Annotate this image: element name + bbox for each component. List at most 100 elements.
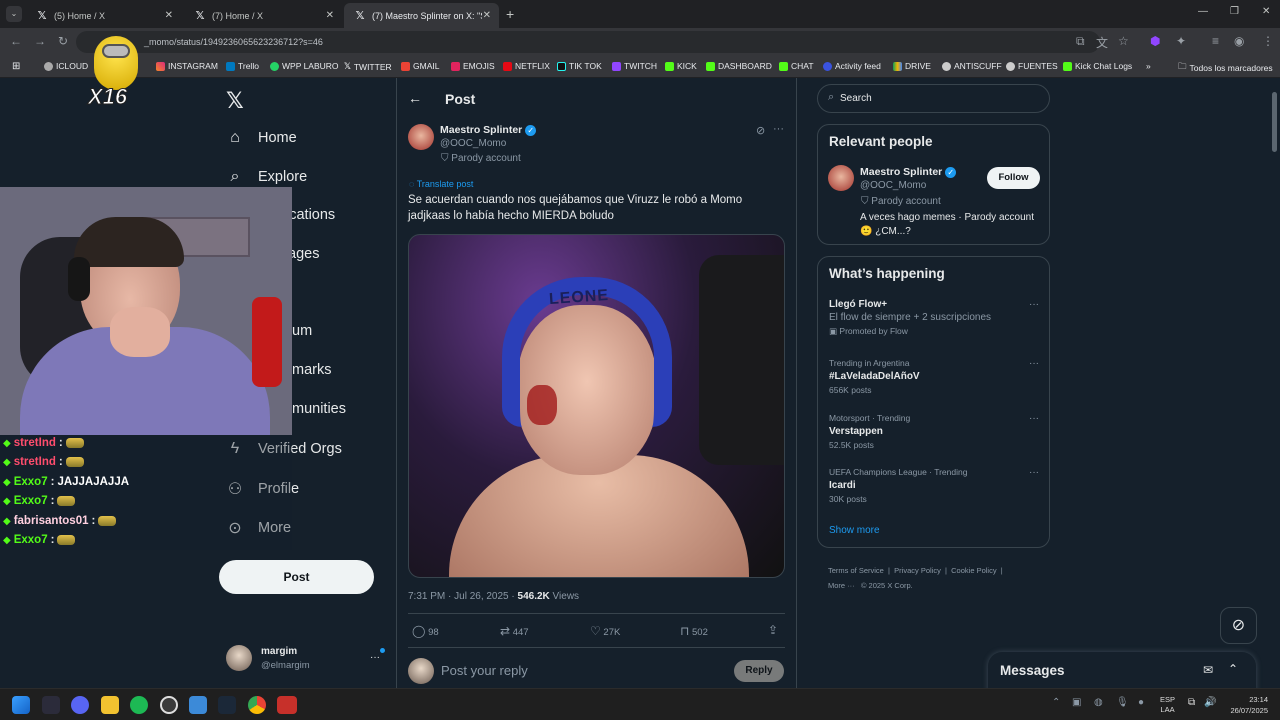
- account-switcher[interactable]: margim @elmargim ···: [226, 644, 386, 674]
- tab-search-button[interactable]: ⌄: [6, 6, 22, 22]
- discord-icon[interactable]: [71, 696, 89, 714]
- trend-item[interactable]: UEFA Champions League · Trending Icardi …: [829, 467, 967, 504]
- bookmark-kick-chat-logs[interactable]: Kick Chat Logs: [1063, 61, 1132, 71]
- spotify-icon[interactable]: [130, 696, 148, 714]
- trend-more-icon[interactable]: ···: [1029, 413, 1039, 424]
- follow-button[interactable]: Follow: [987, 167, 1040, 189]
- bookmark-trello[interactable]: Trello: [226, 61, 259, 71]
- nav-home[interactable]: ⌂ Home: [226, 129, 297, 147]
- browser-tab-1[interactable]: 𝕏 (5) Home / X ✕: [26, 3, 181, 28]
- nav-explore[interactable]: ⌕ Explore: [226, 168, 308, 186]
- translate-icon[interactable]: 文: [1096, 34, 1108, 51]
- language-indicator[interactable]: ESP LAA: [1160, 695, 1175, 715]
- bookmark-dashboard[interactable]: DASHBOARD: [706, 61, 772, 71]
- nav-communities[interactable]: munities: [292, 401, 346, 417]
- close-tab-icon[interactable]: ✕: [483, 10, 491, 21]
- post-image[interactable]: LEONE: [408, 234, 785, 578]
- terms-link[interactable]: Terms of Service: [828, 566, 884, 575]
- reply-button[interactable]: Reply: [734, 660, 784, 682]
- relevant-avatar[interactable]: [828, 165, 854, 191]
- bookmark-chat[interactable]: CHAT: [779, 61, 814, 71]
- author-name[interactable]: Maestro Splinter ✓: [440, 124, 537, 136]
- network-icon[interactable]: ⧉: [1188, 697, 1195, 708]
- maximize-icon[interactable]: ❐: [1230, 6, 1239, 17]
- forward-icon[interactable]: →: [34, 34, 46, 48]
- close-window-icon[interactable]: ✕: [1262, 6, 1270, 17]
- chrome-icon[interactable]: [248, 696, 266, 714]
- repost-action[interactable]: ⇄ 447: [500, 624, 529, 638]
- expand-chevron-icon[interactable]: ⌃: [1228, 662, 1238, 676]
- search-input[interactable]: Search: [840, 93, 872, 104]
- trend-more-icon[interactable]: ···: [1029, 358, 1039, 369]
- app-icon[interactable]: [42, 696, 60, 714]
- bookmark-fuentes[interactable]: FUENTES: [1006, 61, 1058, 71]
- x-home-logo-icon[interactable]: 𝕏: [226, 88, 244, 114]
- bookmark-action[interactable]: ⊓ 502: [680, 624, 708, 638]
- close-tab-icon[interactable]: ✕: [326, 10, 334, 21]
- bookmark-star-icon[interactable]: ☆: [1118, 34, 1129, 48]
- profile-icon[interactable]: ◉: [1234, 34, 1244, 48]
- like-action[interactable]: ♡ 27K: [590, 624, 620, 638]
- footer-more-link[interactable]: More ···: [828, 581, 855, 590]
- reload-icon[interactable]: ↻: [58, 34, 68, 48]
- post-more-dots-icon[interactable]: ···: [773, 123, 784, 135]
- volume-icon[interactable]: 🔊: [1204, 697, 1216, 708]
- privacy-link[interactable]: Privacy Policy: [894, 566, 941, 575]
- bookmark-antiscuff[interactable]: ANTISCUFF: [942, 61, 1002, 71]
- grok-floating-button[interactable]: ⊘: [1220, 607, 1257, 644]
- tab-list-icon[interactable]: ≡: [1212, 34, 1219, 48]
- page-scrollbar[interactable]: [1272, 92, 1277, 152]
- nav-notifications[interactable]: ications: [286, 207, 335, 223]
- show-more-link[interactable]: Show more: [829, 525, 880, 536]
- clock[interactable]: 23:14 26/07/2025: [1224, 694, 1268, 716]
- bookmark-twitch[interactable]: TWITCH: [612, 61, 657, 71]
- bookmark-emojis[interactable]: EMOJIS: [451, 61, 495, 71]
- bookmark-activity-feed[interactable]: Activity feed: [823, 61, 881, 71]
- close-tab-icon[interactable]: ✕: [165, 10, 173, 21]
- translate-post-link[interactable]: ◌ Translate post: [409, 179, 473, 189]
- trend-item[interactable]: Llegó Flow+ El flow de siempre + 2 suscr…: [829, 299, 991, 337]
- nav-premium[interactable]: um: [292, 323, 312, 339]
- new-message-icon[interactable]: ✉: [1203, 663, 1213, 677]
- notes-icon[interactable]: [189, 696, 207, 714]
- reply-action[interactable]: ◯ 98: [412, 624, 439, 638]
- cookie-link[interactable]: Cookie Policy: [951, 566, 996, 575]
- share-icon[interactable]: ⇪: [768, 623, 778, 637]
- trend-item[interactable]: Trending in Argentina #LaVeladaDelAñoV 6…: [829, 358, 920, 395]
- url-bar[interactable]: _momo/status/1949236065623236712?s=46: [76, 31, 1100, 53]
- bookmark-twitter[interactable]: 𝕏 TWITTER: [344, 61, 392, 72]
- bookmark-wpp[interactable]: WPP LABURO: [270, 61, 339, 71]
- back-arrow-icon[interactable]: ←: [408, 90, 422, 106]
- tray-overflow-icon[interactable]: ⌃: [1052, 697, 1060, 708]
- stream-app-icon[interactable]: [277, 696, 297, 714]
- bookmarks-folder[interactable]: 🗀 Todos los marcadores: [1178, 61, 1273, 75]
- extension-icon[interactable]: ⬢: [1150, 34, 1160, 48]
- new-tab-icon[interactable]: +: [506, 6, 514, 22]
- browser-tab-2[interactable]: 𝕏 (7) Home / X ✕: [184, 3, 342, 28]
- bookmark-kick[interactable]: KICK: [665, 61, 697, 71]
- bookmark-gmail[interactable]: GMAIL: [401, 61, 439, 71]
- apps-icon[interactable]: ⊞: [12, 61, 20, 72]
- file-explorer-icon[interactable]: [101, 696, 119, 714]
- more-dots-icon[interactable]: ···: [370, 652, 380, 663]
- more-bookmarks-icon[interactable]: »: [1146, 61, 1151, 71]
- trend-more-icon[interactable]: ···: [1029, 467, 1039, 478]
- nav-bookmarks[interactable]: marks: [292, 362, 331, 378]
- chrome-menu-icon[interactable]: ⋮: [1262, 34, 1274, 48]
- messages-drawer[interactable]: Messages ✉ ⌃: [988, 652, 1256, 688]
- bookmark-tiktok[interactable]: TIK TOK: [557, 61, 602, 71]
- post-button[interactable]: Post: [219, 560, 374, 594]
- back-icon[interactable]: ←: [10, 34, 22, 48]
- bookmark-netflix[interactable]: NETFLIX: [503, 61, 550, 71]
- search-box[interactable]: ⌕ Search: [817, 84, 1050, 113]
- reply-input[interactable]: Post your reply: [441, 663, 528, 678]
- obs-icon[interactable]: [160, 696, 178, 714]
- trend-more-icon[interactable]: ···: [1029, 299, 1039, 310]
- nav-messages[interactable]: ages: [288, 246, 319, 262]
- bookmark-icloud[interactable]: ICLOUD: [44, 61, 88, 71]
- trend-item[interactable]: Motorsport · Trending Verstappen 52.5K p…: [829, 413, 910, 450]
- windows-start-icon[interactable]: [12, 696, 30, 714]
- install-app-icon[interactable]: ⧉: [1076, 34, 1085, 49]
- browser-tab-3[interactable]: 𝕏 (7) Maestro Splinter on X: "Se a ✕: [344, 3, 499, 28]
- bookmark-drive[interactable]: DRIVE: [893, 61, 931, 71]
